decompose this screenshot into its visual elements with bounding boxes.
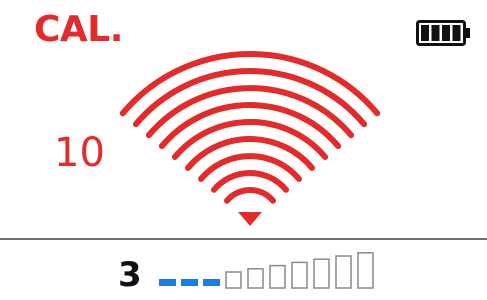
wireless-signal-icon — [120, 51, 380, 226]
meter-segment-empty — [247, 268, 264, 289]
signal-arc — [224, 186, 276, 204]
battery-cell — [452, 25, 461, 41]
meter-segment-filled — [181, 279, 198, 286]
channel-number: 3 — [118, 255, 142, 295]
meter-segment-filled — [159, 279, 176, 286]
battery-cell — [421, 25, 429, 41]
battery-cell — [442, 25, 450, 41]
meter-segment-empty — [225, 271, 242, 289]
meter-segment-empty — [291, 261, 308, 289]
signal-level-meter — [159, 252, 374, 289]
meter-segment-empty — [335, 255, 352, 289]
mode-label: CAL. — [34, 9, 123, 50]
level-value: 10 — [54, 130, 105, 176]
signal-dot — [238, 212, 262, 226]
meter-segment-empty — [357, 252, 374, 289]
battery-cell — [431, 25, 440, 41]
meter-segment-empty — [313, 258, 330, 289]
meter-segment-empty — [269, 264, 286, 289]
battery-full-icon — [416, 20, 470, 46]
meter-segment-filled — [203, 279, 220, 286]
divider — [0, 238, 487, 240]
